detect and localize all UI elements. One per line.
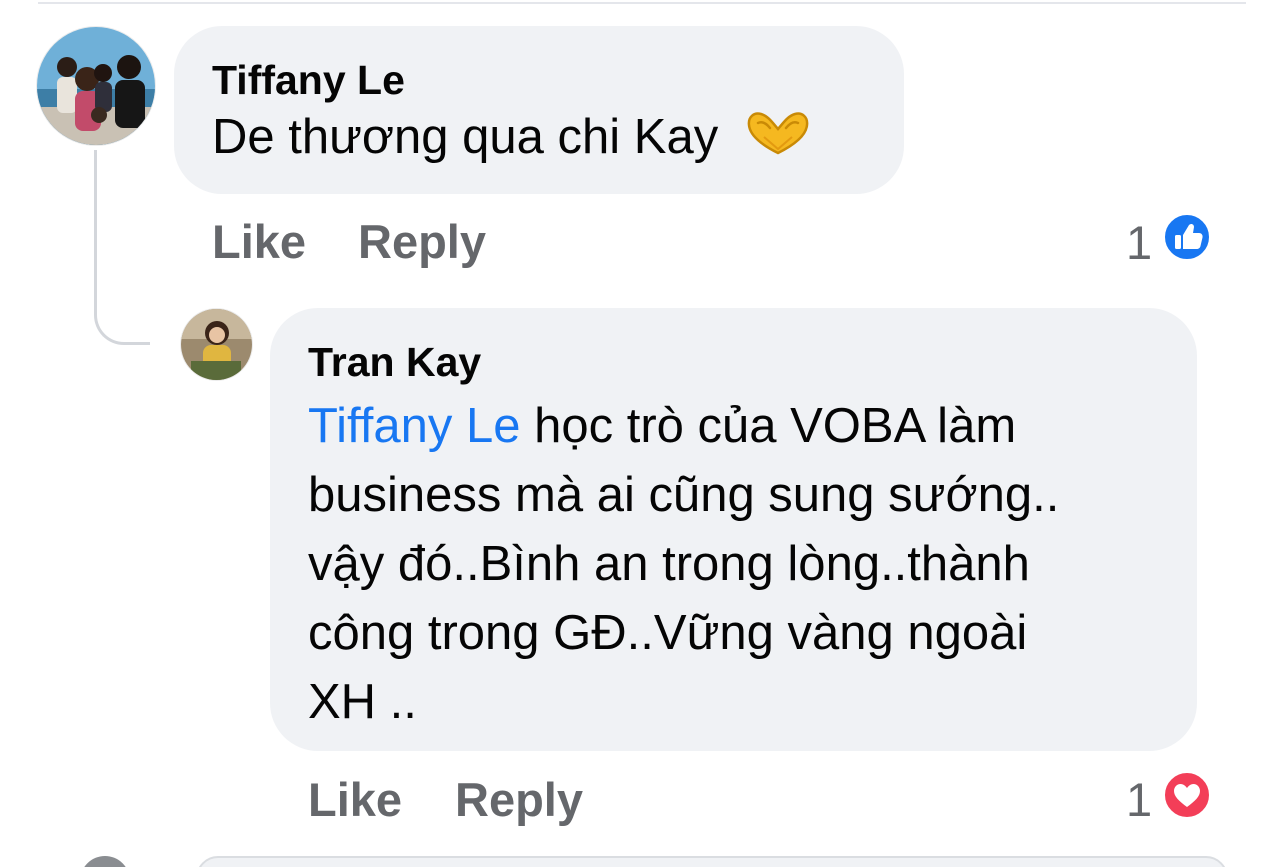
like-button[interactable]: Like [308, 776, 402, 823]
reply-line: XH .. [308, 675, 417, 729]
reply-button[interactable]: Reply [358, 218, 486, 265]
reply-thread-connector [94, 150, 150, 345]
reply-author[interactable]: Tran Kay [308, 342, 1157, 383]
divider [38, 2, 1246, 4]
love-reaction-icon[interactable] [1163, 771, 1211, 819]
reply-line: vậy đó..Bình an trong lòng..thành [308, 537, 1030, 591]
like-reaction-icon[interactable] [1163, 213, 1211, 261]
reaction-count[interactable]: 1 [1126, 776, 1152, 823]
reply-line: business mà ai cũng sung sướng.. [308, 468, 1060, 522]
reply-line: Tiffany Le học trò của VOBA làm [308, 392, 1157, 461]
next-comment-bubble [196, 856, 1228, 867]
reply-line: công trong GĐ..Vững vàng ngoài [308, 606, 1028, 660]
reply-line-text: học trò của VOBA làm [520, 399, 1017, 453]
next-comment-avatar[interactable] [80, 856, 130, 867]
comment-bubble: Tiffany Le De thương qua chi Kay [174, 26, 904, 194]
heart-hands-emoji-icon [744, 107, 812, 176]
reply-button[interactable]: Reply [455, 776, 583, 823]
comment-text: De thương qua chi Kay [212, 103, 864, 176]
comment-thread: Tiffany Le De thương qua chi Kay Like Re… [0, 0, 1284, 867]
avatar-tran-kay[interactable] [181, 309, 252, 380]
like-button[interactable]: Like [212, 218, 306, 265]
comment-body: De thương qua chi Kay [212, 110, 719, 164]
mention-link[interactable]: Tiffany Le [308, 399, 520, 453]
reply-bubble: Tran Kay Tiffany Le học trò của VOBA làm… [270, 308, 1197, 751]
avatar-tiffany-le[interactable] [37, 27, 155, 145]
reply-text: Tiffany Le học trò của VOBA làm business… [308, 392, 1157, 737]
reaction-count[interactable]: 1 [1126, 219, 1152, 266]
comment-author[interactable]: Tiffany Le [212, 60, 864, 101]
